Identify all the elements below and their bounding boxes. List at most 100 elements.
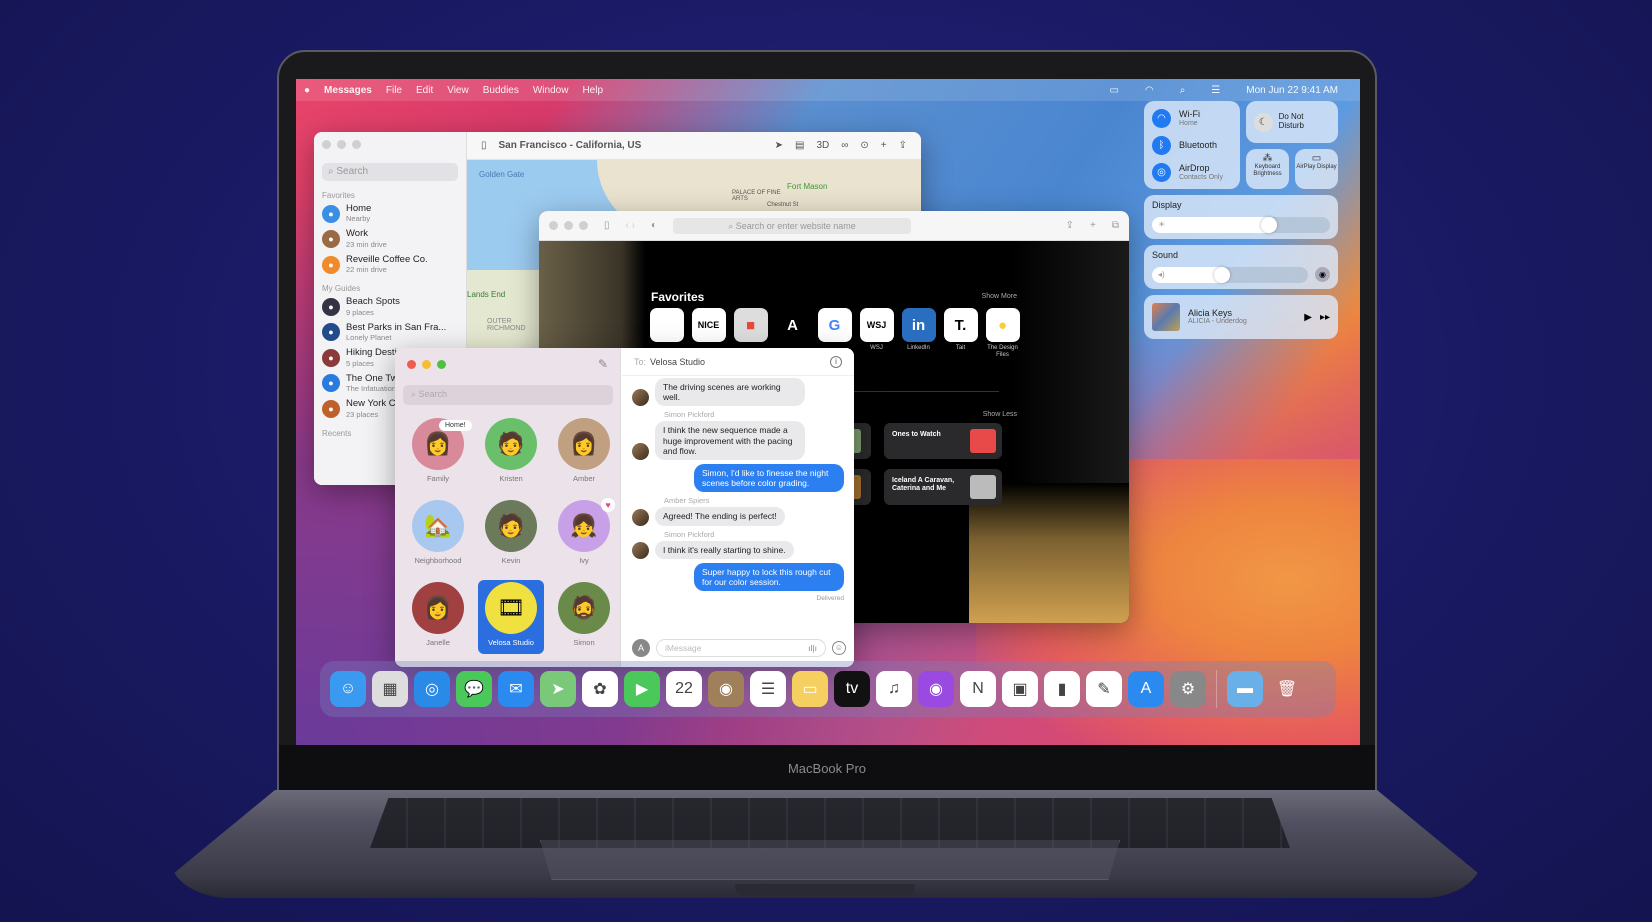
sidebar-toggle-icon[interactable]: ▯ <box>481 140 487 151</box>
airplay-display-button[interactable]: ▭ AirPlay Display <box>1295 149 1338 189</box>
3d-button[interactable]: 3D <box>816 140 829 151</box>
message-bubble[interactable]: I think it's really starting to shine. <box>655 540 794 559</box>
sound-slider[interactable]: ◂) <box>1152 267 1308 283</box>
maps-search-input[interactable]: ⌕ Search <box>322 163 458 181</box>
apple-menu-icon[interactable]: ● <box>304 85 310 96</box>
dock-pages-icon[interactable]: ✎ <box>1086 671 1122 707</box>
dock-contacts-icon[interactable]: ◉ <box>708 671 744 707</box>
airplay-audio-icon[interactable]: ◉ <box>1315 267 1330 282</box>
add-icon[interactable]: + <box>881 140 887 151</box>
favorite-site[interactable]: WSJ WSJ <box>859 308 894 358</box>
sidebar-toggle-icon[interactable]: ▯ <box>604 220 610 231</box>
message-input[interactable]: iMessage ıl|ı <box>656 639 826 657</box>
zoom-button[interactable] <box>352 140 361 149</box>
info-icon[interactable]: i <box>830 355 842 368</box>
reading-list-item[interactable]: Ones to Watch <box>884 423 1002 459</box>
close-button[interactable] <box>322 140 331 149</box>
messages-search-input[interactable]: ⌕ Search <box>403 385 613 405</box>
close-button[interactable] <box>549 221 558 230</box>
pinned-conversation[interactable]: 🏡 Neighborhood <box>405 498 471 572</box>
pinned-conversation[interactable]: 👩 Janelle <box>405 580 471 654</box>
sidebar-place-item[interactable]: ● Work 23 min drive <box>322 228 458 249</box>
dock-tv-icon[interactable]: tv <box>834 671 870 707</box>
apps-button[interactable]: A <box>632 639 650 657</box>
zoom-control-icon[interactable]: ⊙ <box>860 140 868 151</box>
slider-knob[interactable] <box>1214 267 1230 283</box>
menu-app-name[interactable]: Messages <box>324 85 372 96</box>
dock-safari-icon[interactable]: ◎ <box>414 671 450 707</box>
play-icon[interactable]: ▶ <box>1304 312 1312 323</box>
menu-buddies[interactable]: Buddies <box>483 85 519 96</box>
dock-keynote-icon[interactable]: ▣ <box>1002 671 1038 707</box>
display-slider[interactable]: ☀ <box>1152 217 1330 233</box>
dock-maps-icon[interactable]: ➤ <box>540 671 576 707</box>
tabs-overview-icon[interactable]: ⧉ <box>1112 220 1119 231</box>
zoom-button[interactable] <box>437 360 446 369</box>
pinned-conversation[interactable]: 🧑 Kevin <box>478 498 544 572</box>
dock-launchpad-icon[interactable]: ▦ <box>372 671 408 707</box>
dock-trash-icon[interactable]: 🗑 <box>1269 671 1305 707</box>
dock-photos-icon[interactable]: ✿ <box>582 671 618 707</box>
keyboard-brightness-button[interactable]: ⁂ Keyboard Brightness <box>1246 149 1289 189</box>
look-around-icon[interactable]: ∞ <box>841 140 848 151</box>
search-icon[interactable]: ⌕ <box>1180 85 1186 96</box>
favorite-site[interactable]: in LinkedIn <box>901 308 936 358</box>
privacy-shield-icon[interactable]: ◐ <box>651 220 657 231</box>
fast-forward-icon[interactable]: ▸▸ <box>1320 312 1330 323</box>
dock-facetime-icon[interactable]: ▶ <box>624 671 660 707</box>
share-icon[interactable]: ⇪ <box>1066 220 1074 231</box>
dock-system-preferences-icon[interactable]: ⚙ <box>1170 671 1206 707</box>
dock-finder-icon[interactable]: ☺ <box>330 671 366 707</box>
show-more-button[interactable]: Show More <box>982 293 1017 300</box>
favorite-site[interactable]: T. Tait <box>943 308 978 358</box>
message-bubble[interactable]: Agreed! The ending is perfect! <box>655 507 785 526</box>
battery-icon[interactable]: ▭ <box>1110 85 1119 96</box>
favorite-site[interactable]: ● The Design Files <box>985 308 1020 358</box>
new-tab-icon[interactable]: + <box>1090 220 1096 231</box>
dock-messages-icon[interactable]: 💬 <box>456 671 492 707</box>
message-bubble[interactable]: I think the new sequence made a huge imp… <box>655 421 805 460</box>
sidebar-place-item[interactable]: ● Best Parks in San Fra... Lonely Planet <box>322 322 458 342</box>
dock-podcasts-icon[interactable]: ◉ <box>918 671 954 707</box>
message-bubble[interactable]: The driving scenes are working well. <box>655 378 805 407</box>
message-bubble[interactable]: Super happy to lock this rough cut for o… <box>694 562 844 592</box>
back-icon[interactable]: ‹ › <box>626 220 635 231</box>
close-button[interactable] <box>407 360 416 369</box>
pinned-conversation[interactable]: 🧑 Kristen <box>478 416 544 490</box>
menu-clock[interactable]: Mon Jun 22 9:41 AM <box>1246 85 1338 96</box>
menu-file[interactable]: File <box>386 85 402 96</box>
pinned-conversation[interactable]: 🎞 Velosa Studio <box>478 580 544 654</box>
sidebar-place-item[interactable]: ● Home Nearby <box>322 203 458 223</box>
emoji-icon[interactable]: ☺ <box>832 641 846 655</box>
dock-numbers-icon[interactable]: ▮ <box>1044 671 1080 707</box>
slider-knob[interactable] <box>1260 217 1277 233</box>
location-arrow-icon[interactable]: ➤ <box>775 140 783 151</box>
minimize-button[interactable] <box>564 221 573 230</box>
dock-notes-icon[interactable]: ▭ <box>792 671 828 707</box>
menu-help[interactable]: Help <box>582 85 603 96</box>
message-bubble[interactable]: Simon, I'd like to finesse the night sce… <box>694 463 844 493</box>
pinned-conversation[interactable]: 👧 Ivy ♥ <box>551 498 617 572</box>
map-mode-icon[interactable]: ▤ <box>795 140 804 151</box>
sidebar-place-item[interactable]: ● Reveille Coffee Co. 22 min drive <box>322 254 458 274</box>
control-center-icon[interactable]: ☰ <box>1211 85 1220 96</box>
share-icon[interactable]: ⇪ <box>899 140 907 151</box>
airdrop-toggle[interactable]: ◎ AirDrop Contacts Only <box>1152 163 1240 182</box>
audio-icon[interactable]: ıl|ı <box>808 643 817 653</box>
bluetooth-toggle[interactable]: ᛒ Bluetooth <box>1152 136 1240 155</box>
dock-app-store-icon[interactable]: A <box>1128 671 1164 707</box>
dock-music-icon[interactable]: ♫ <box>876 671 912 707</box>
menu-view[interactable]: View <box>447 85 469 96</box>
wifi-icon[interactable]: ◠ <box>1145 85 1154 96</box>
dock-reminders-icon[interactable]: ☰ <box>750 671 786 707</box>
dock-calendar-icon[interactable]: 22 <box>666 671 702 707</box>
show-less-button[interactable]: Show Less <box>983 411 1017 418</box>
address-bar[interactable]: ⌕ Search or enter website name <box>673 217 912 234</box>
sidebar-place-item[interactable]: ● Beach Spots 9 places <box>322 296 458 317</box>
reading-list-item[interactable]: Iceland A Caravan, Caterina and Me <box>884 469 1002 505</box>
do-not-disturb-toggle[interactable]: ☾ Do Not Disturb <box>1246 101 1338 143</box>
minimize-button[interactable] <box>337 140 346 149</box>
wifi-toggle[interactable]: ◠ Wi-Fi Home <box>1152 109 1240 128</box>
dock-downloads-folder-icon[interactable]: ▬ <box>1227 671 1263 707</box>
compose-icon[interactable]: ✎ <box>598 357 608 371</box>
